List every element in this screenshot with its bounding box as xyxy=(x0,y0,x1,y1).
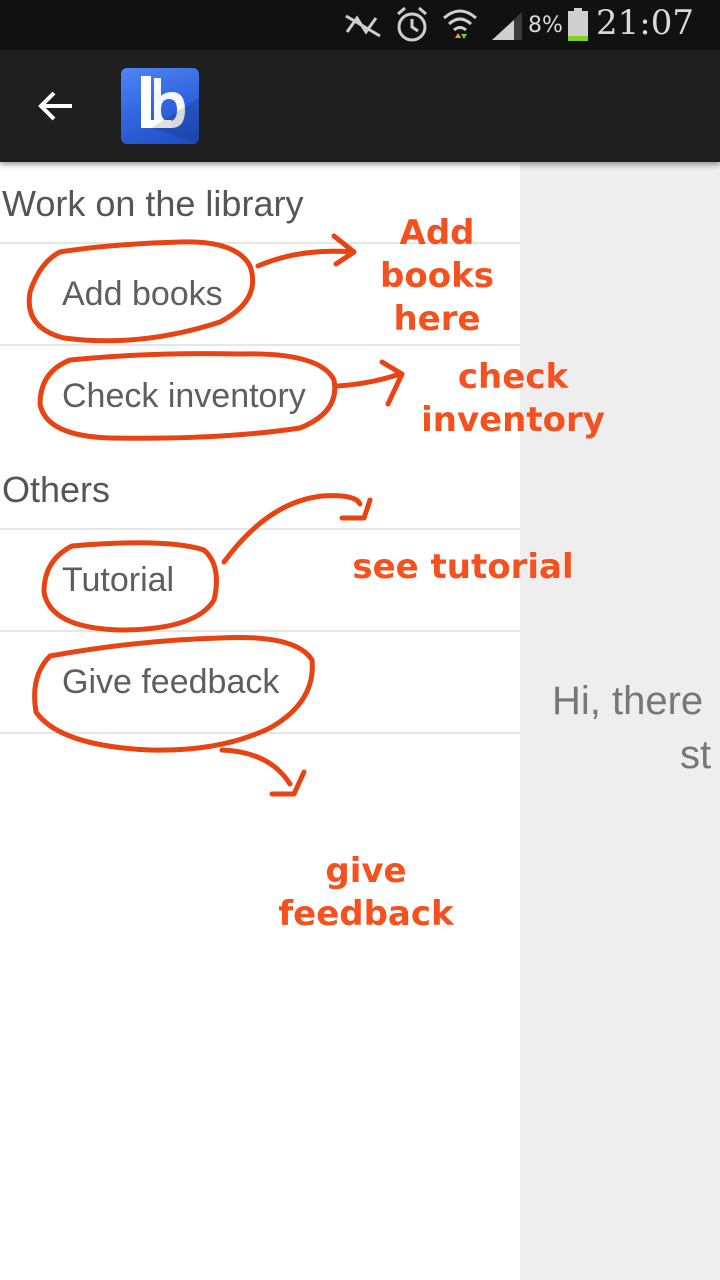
app-logo xyxy=(121,68,199,144)
greeting-line-2: st xyxy=(680,733,712,777)
annotation-give-feedback: give feedback xyxy=(276,850,456,936)
annotation-check-inventory-line: inventory xyxy=(421,400,605,440)
annotation-tutorial: see tutorial xyxy=(352,547,574,587)
drawer-item-give-feedback[interactable]: Give feedback xyxy=(0,630,520,732)
battery-percent: 8% xyxy=(528,13,563,38)
annotation-check-inventory: check inventory xyxy=(418,356,608,442)
annotation-give-feedback-line: give xyxy=(325,851,407,891)
wifi-icon xyxy=(443,9,477,39)
status-bar: 8% 21:07 xyxy=(0,0,720,50)
greeting-line-1: Hi, there xyxy=(552,679,704,723)
annotation-add-books-line: Add xyxy=(399,213,475,253)
annotation-add-books: Add books here xyxy=(372,212,502,341)
annotation-add-books-line: here xyxy=(393,299,481,339)
alarm-icon xyxy=(397,6,427,42)
annotation-add-books-line: books xyxy=(380,256,494,296)
action-bar xyxy=(0,50,720,162)
drawer-item-label: Give feedback xyxy=(62,663,280,701)
drawer-item-label: Tutorial xyxy=(62,561,175,599)
annotation-give-feedback-line: feedback xyxy=(278,894,454,934)
battery-icon xyxy=(568,8,588,41)
back-button[interactable] xyxy=(24,82,88,130)
section-header-others: Others xyxy=(2,469,111,510)
annotation-check-inventory-line: check xyxy=(457,357,569,397)
clock: 21:07 xyxy=(596,3,694,43)
divider xyxy=(0,732,520,734)
main-content: Hi, there st xyxy=(520,162,720,1280)
drawer-item-label: Add books xyxy=(62,275,223,313)
nfc-icon xyxy=(345,14,381,38)
arrow-back-icon xyxy=(38,91,72,121)
drawer-item-label: Check inventory xyxy=(62,377,306,415)
signal-icon xyxy=(492,12,522,40)
greeting-text: Hi, there st xyxy=(552,674,720,782)
